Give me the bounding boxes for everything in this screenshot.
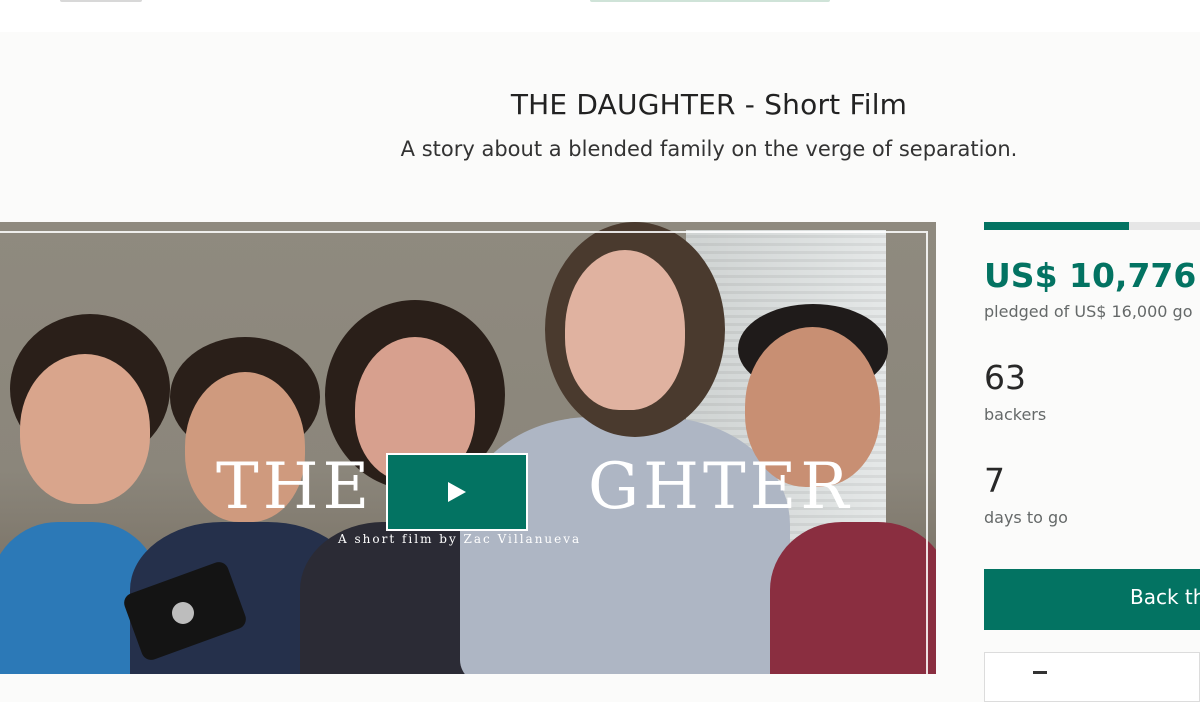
top-navigation-bar (0, 0, 1200, 33)
pledged-goal-text: pledged of US$ 16,000 go (984, 302, 1193, 321)
funding-progress-fill (984, 222, 1130, 230)
nav-fragment-left[interactable] (60, 0, 142, 2)
overlay-title-right: GHTER (588, 450, 853, 524)
project-header (0, 32, 1200, 222)
project-title: THE DAUGHTER - Short Film (510, 88, 908, 121)
project-blurb: A story about a blended family on the ve… (400, 137, 1018, 161)
play-icon (448, 482, 466, 502)
backers-label: backers (984, 405, 1047, 424)
back-project-button[interactable]: Back th (984, 569, 1200, 630)
overlay-title-left: THE (216, 450, 374, 524)
play-button[interactable] (386, 453, 528, 531)
days-label: days to go (984, 508, 1068, 527)
nav-fragment-center[interactable] (590, 0, 830, 2)
phone-logo (172, 602, 194, 624)
backers-count: 63 (984, 358, 1026, 397)
funding-stats-panel: US$ 10,776 pledged of US$ 16,000 go 63 b… (984, 222, 1200, 702)
video-overlay-credit: A short film by Zac Villanueva (338, 532, 582, 546)
back-project-button-label: Back th (1130, 585, 1200, 609)
pledged-amount: US$ 10,776 (984, 256, 1197, 295)
funding-progress-bar (984, 222, 1200, 230)
secondary-action-button[interactable] (984, 652, 1200, 702)
days-count: 7 (984, 461, 1005, 500)
